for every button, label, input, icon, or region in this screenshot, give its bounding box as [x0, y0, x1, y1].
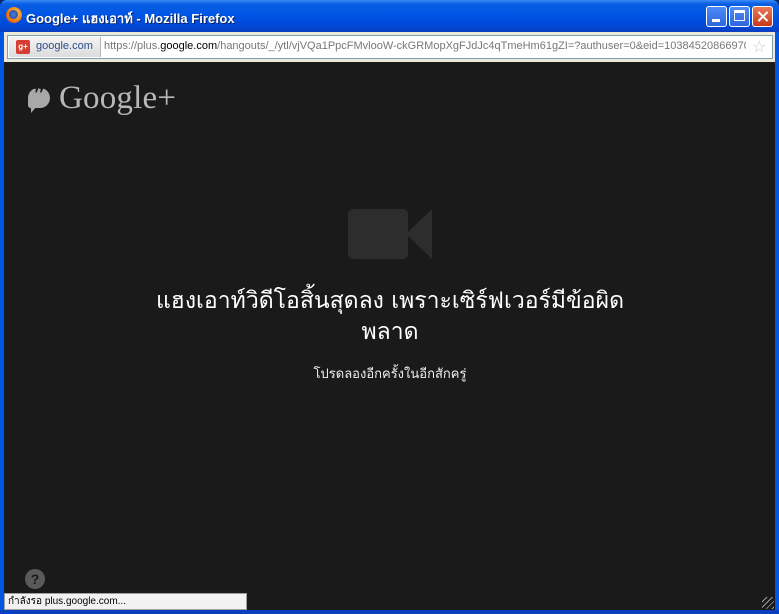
site-identity-label: google.com [36, 40, 93, 52]
site-identity-button[interactable]: g+ google.com [9, 37, 101, 57]
error-subline: โปรดลองอีกครั้งในอีกสักครู่ [313, 367, 467, 382]
hangouts-bubble-tail [31, 106, 37, 113]
google-plus-favicon-icon: g+ [16, 40, 30, 54]
question-mark-icon[interactable]: ? [25, 569, 45, 589]
status-bar-text: กำลังรอ plus.google.com... [4, 593, 247, 610]
hangouts-quote-icon [28, 82, 50, 108]
bookmark-star-icon[interactable]: ☆ [752, 37, 766, 57]
url-text[interactable]: https://plus.google.com/hangouts/_/ytl/v… [104, 40, 746, 52]
url-prefix: https://plus. [104, 40, 161, 52]
camera-lens [406, 209, 432, 259]
url-field[interactable]: g+ google.com https://plus.google.com/ha… [7, 35, 773, 59]
window-title: Google+ แฮงเอาท์ - Mozilla Firefox [26, 11, 235, 26]
firefox-icon [6, 7, 22, 23]
window-bottom-border [0, 610, 779, 614]
url-domain: google.com [160, 40, 218, 52]
browser-window: Google+ แฮงเอาท์ - Mozilla Firefox g+ go… [0, 0, 779, 614]
camera-body [348, 209, 408, 259]
hangout-content: Google+ แฮงเอาท์วิดีโอสิ้นสุดลง เพราะเซิ… [4, 62, 775, 610]
video-camera-icon [348, 209, 436, 259]
error-headline: แฮงเอาท์วิดีโอสิ้นสุดลง เพราะเซิร์ฟเวอร์… [155, 288, 625, 345]
location-bar: g+ google.com https://plus.google.com/ha… [4, 32, 775, 62]
title-bar[interactable]: Google+ แฮงเอาท์ - Mozilla Firefox [0, 0, 779, 32]
url-suffix: /hangouts/_/ytl/vjVQa1PpcFMvlooW-ckGRMop… [217, 40, 746, 52]
maximize-button[interactable] [729, 6, 750, 27]
resize-grip[interactable] [762, 597, 774, 609]
minimize-button[interactable] [706, 6, 727, 27]
close-button[interactable] [752, 6, 773, 27]
google-plus-logo: Google+ [59, 80, 177, 116]
